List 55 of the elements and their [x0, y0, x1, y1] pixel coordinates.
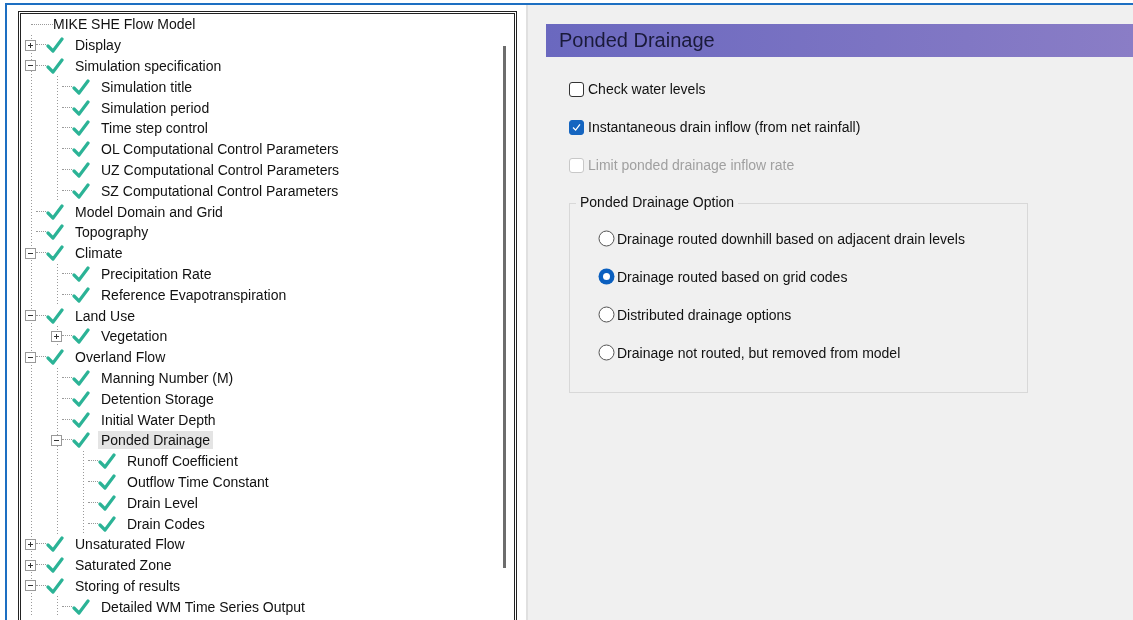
collapse-icon[interactable]	[25, 580, 36, 592]
tree-item[interactable]: Simulation specification	[72, 57, 225, 75]
tree-item[interactable]: Display	[72, 36, 124, 55]
tree-item[interactable]: Drain Level	[124, 493, 201, 512]
tree-item[interactable]: Saturated Zone	[72, 556, 175, 575]
tree-item[interactable]: Simulation title	[98, 77, 196, 96]
tree-item[interactable]: Topography	[72, 223, 152, 242]
tree-item[interactable]: Detention Storage	[98, 389, 217, 408]
tree-item[interactable]: Runoff Coefficient	[124, 452, 241, 471]
tree-item[interactable]: Drain Codes	[124, 514, 208, 533]
collapse-icon[interactable]	[25, 247, 36, 259]
tree-item[interactable]: Manning Number (M)	[98, 368, 237, 387]
option-label: Distributed drainage options	[617, 306, 792, 323]
option-label: Drainage routed based on grid codes	[617, 268, 848, 285]
collapse-icon[interactable]	[51, 434, 62, 446]
collapse-icon[interactable]	[25, 351, 36, 363]
checkbox[interactable]	[569, 119, 584, 135]
tree-item[interactable]: OL Computational Control Parameters	[98, 140, 342, 159]
tree-item[interactable]: Model Domain and Grid	[72, 202, 226, 221]
tree-item[interactable]: Storing of results	[72, 576, 184, 595]
panel-header: Ponded Drainage	[546, 24, 1133, 57]
group-title: Ponded Drainage Option	[576, 194, 739, 210]
expand-icon[interactable]	[25, 538, 36, 550]
collapse-icon[interactable]	[25, 310, 36, 322]
checkbox-label: Instantaneous drain inflow (from net rainfall)	[588, 119, 861, 135]
option-label: Drainage routed downhill based on adjacent drain levels	[617, 230, 965, 247]
tree-item[interactable]: UZ Computational Control Parameters	[98, 160, 343, 179]
expand-icon[interactable]	[25, 559, 36, 571]
expand-icon[interactable]	[51, 330, 62, 342]
tree-root[interactable]: MIKE SHE Flow Model	[53, 16, 196, 33]
tree-item[interactable]: Initial Water Depth	[98, 410, 219, 429]
tree-item[interactable]: Unsaturated Flow	[72, 535, 188, 554]
radio-button[interactable]	[598, 306, 615, 323]
tree-item[interactable]: Detailed WM Time Series Output	[98, 597, 308, 616]
checkbox-label: Limit ponded drainage inflow rate	[588, 157, 795, 173]
radio-button[interactable]	[598, 230, 615, 247]
expand-icon[interactable]	[25, 39, 36, 51]
radio-button[interactable]	[598, 268, 615, 285]
scrollbar[interactable]	[503, 46, 506, 568]
collapse-icon[interactable]	[25, 60, 36, 72]
tree-item[interactable]: Ponded Drainage	[98, 431, 213, 450]
tree-item[interactable]: Vegetation	[98, 327, 171, 346]
tree-item[interactable]: Outflow Time Constant	[124, 472, 272, 491]
tree-item[interactable]: Precipitation Rate	[98, 264, 215, 283]
tree-item[interactable]: Time step control	[98, 119, 211, 138]
radio-button[interactable]	[598, 344, 615, 361]
option-label: Drainage not routed, but removed from model	[617, 344, 901, 361]
tree-item[interactable]: Climate	[72, 244, 126, 263]
checkbox-label: Check water levels	[588, 81, 706, 97]
tree-item[interactable]: Overland Flow	[72, 348, 169, 367]
tree-item[interactable]: SZ Computational Control Parameters	[98, 181, 342, 200]
tree-item[interactable]: Land Use	[72, 306, 138, 325]
tree-item[interactable]: Reference Evapotranspiration	[98, 285, 290, 304]
checkbox[interactable]	[569, 81, 584, 97]
tree-item[interactable]: Simulation period	[98, 98, 213, 117]
